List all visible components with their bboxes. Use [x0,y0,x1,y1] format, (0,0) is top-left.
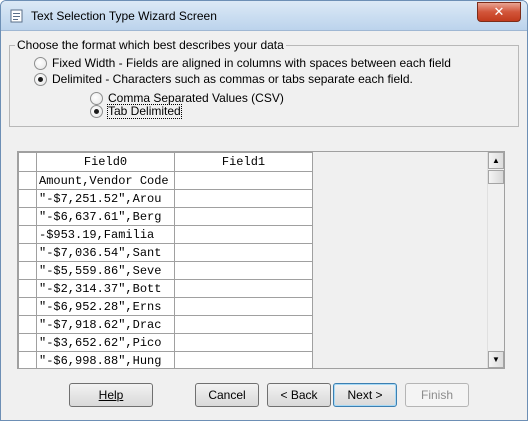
next-button-label: Next > [347,388,383,402]
help-button-label: Help [98,388,124,402]
close-icon: ✕ [493,4,505,19]
row-header[interactable] [18,351,37,368]
wizard-window: Text Selection Type Wizard Screen ✕ Choo… [0,0,528,421]
table-cell[interactable]: "-$5,559.86",Seve [36,261,175,280]
corner-header [18,152,37,172]
preview-table: Field0 Field1 Amount,Vendor Code "-$7,251… [18,152,313,368]
finish-button: Finish [405,383,469,407]
scroll-down-button[interactable]: ▼ [488,351,504,368]
format-group: Choose the format which best describes y… [9,38,519,127]
column-header[interactable]: Field0 [36,152,175,172]
table-cell[interactable] [174,243,313,262]
row-header[interactable] [18,189,37,208]
table-cell[interactable]: Amount,Vendor Code [36,171,175,190]
table-cell[interactable] [174,315,313,334]
csv-radio[interactable] [90,92,103,105]
window-title: Text Selection Type Wizard Screen [31,9,217,23]
table-row[interactable]: "-$6,998.88",Hung [18,351,313,368]
tab-delimited-radio[interactable] [90,105,103,118]
table-cell[interactable]: "-$7,036.54",Sant [36,243,175,262]
table-row[interactable]: -$953.19,Familia [18,225,313,244]
row-header[interactable] [18,297,37,316]
table-cell[interactable]: "-$6,637.61",Berg [36,207,175,226]
table-row[interactable]: "-$7,918.62",Drac [18,315,313,334]
table-row[interactable]: "-$2,314.37",Bott [18,279,313,298]
row-header[interactable] [18,225,37,244]
delimited-label: Delimited - Characters such as commas or… [52,72,413,86]
app-icon [10,9,23,23]
table-cell[interactable]: "-$7,918.62",Drac [36,315,175,334]
row-header[interactable] [18,243,37,262]
table-cell[interactable] [174,171,313,190]
table-cell[interactable] [174,207,313,226]
row-header[interactable] [18,279,37,298]
table-cell[interactable] [174,189,313,208]
table-cell[interactable] [174,279,313,298]
arrow-up-icon: ▲ [492,156,500,165]
table-row[interactable]: "-$6,637.61",Berg [18,207,313,226]
row-header[interactable] [18,171,37,190]
row-header[interactable] [18,207,37,226]
arrow-down-icon: ▼ [492,355,500,364]
vertical-scrollbar[interactable]: ▲ ▼ [487,152,504,368]
table-cell[interactable]: "-$7,251.52",Arou [36,189,175,208]
title-bar[interactable]: Text Selection Type Wizard Screen ✕ [1,1,527,31]
table-row[interactable]: "-$6,952.28",Erns [18,297,313,316]
back-button-label: < Back [280,388,318,402]
table-cell[interactable]: "-$3,652.62",Pico [36,333,175,352]
table-row[interactable]: "-$7,251.52",Arou [18,189,313,208]
table-row[interactable]: "-$3,652.62",Pico [18,333,313,352]
row-header[interactable] [18,333,37,352]
table-cell[interactable] [174,297,313,316]
table-cell[interactable] [174,225,313,244]
table-row[interactable]: "-$7,036.54",Sant [18,243,313,262]
back-button[interactable]: < Back [267,383,331,407]
help-button[interactable]: Help [69,383,153,407]
table-cell[interactable]: "-$6,998.88",Hung [36,351,175,368]
tab-delimited-label: Tab Delimited [107,104,182,119]
row-header[interactable] [18,261,37,280]
data-preview-grid[interactable]: Field0 Field1 Amount,Vendor Code "-$7,251… [17,151,505,369]
row-header[interactable] [18,315,37,334]
scroll-thumb[interactable] [488,170,504,184]
fixed-width-label: Fixed Width - Fields are aligned in colu… [52,56,451,70]
next-button[interactable]: Next > [333,383,397,407]
table-cell[interactable]: -$953.19,Familia [36,225,175,244]
delimited-radio[interactable] [34,73,47,86]
table-row[interactable]: "-$5,559.86",Seve [18,261,313,280]
finish-button-label: Finish [420,388,453,402]
table-row[interactable]: Amount,Vendor Code [18,171,313,190]
column-header[interactable]: Field1 [174,152,313,172]
cancel-button[interactable]: Cancel [195,383,259,407]
table-cell[interactable] [174,261,313,280]
format-group-legend: Choose the format which best describes y… [15,38,286,52]
fixed-width-radio[interactable] [34,57,47,70]
close-button[interactable]: ✕ [477,2,521,22]
table-cell[interactable]: "-$6,952.28",Erns [36,297,175,316]
table-cell[interactable]: "-$2,314.37",Bott [36,279,175,298]
cancel-button-label: Cancel [208,388,246,402]
table-cell[interactable] [174,333,313,352]
table-cell[interactable] [174,351,313,368]
scroll-up-button[interactable]: ▲ [488,152,504,169]
